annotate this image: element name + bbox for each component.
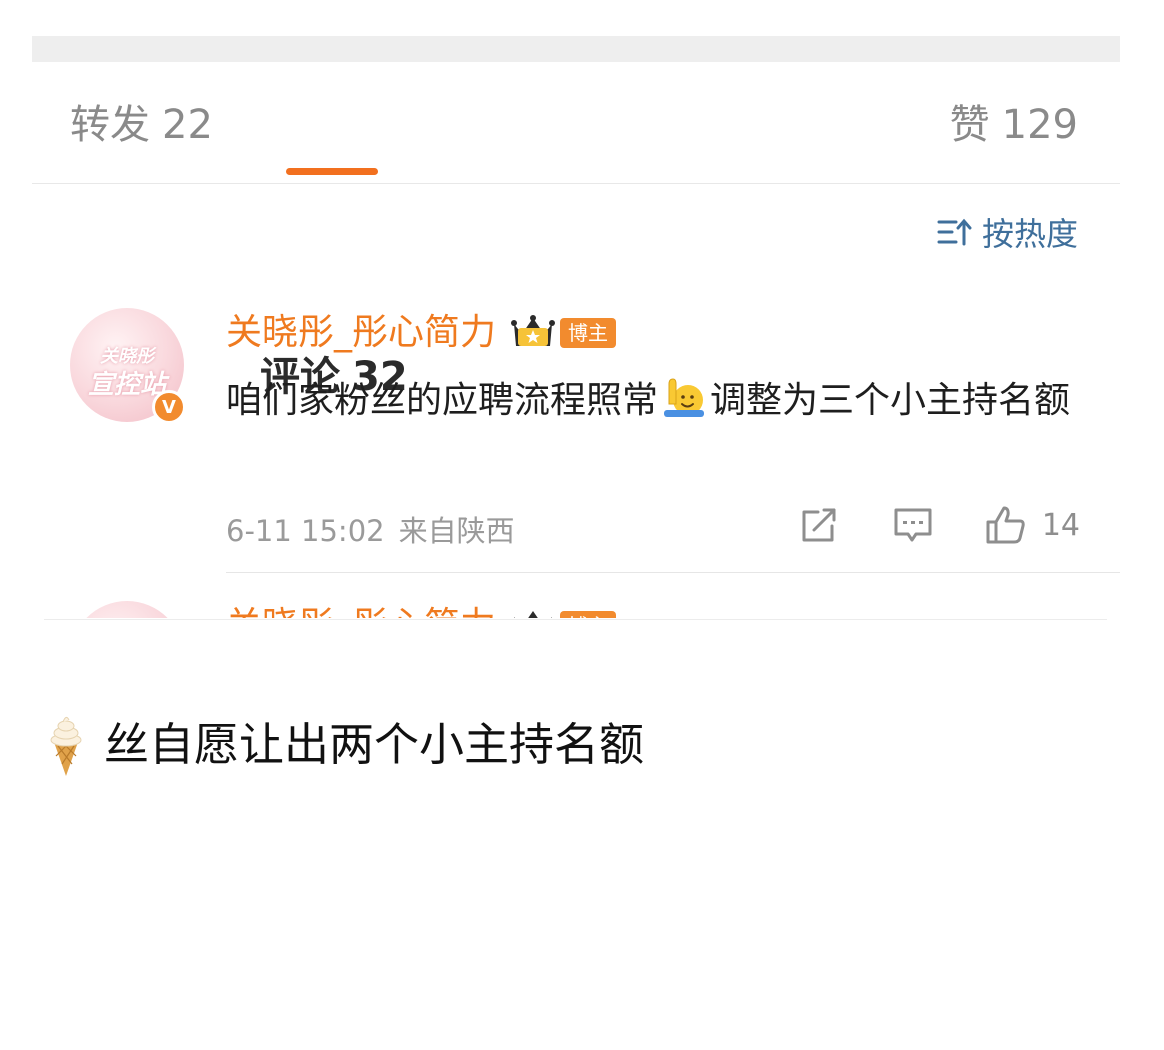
ice-cream-icon [50,716,82,776]
username-link[interactable]: 关晓彤_彤心简力 [226,601,496,618]
top-strip [0,0,1164,36]
tab-like-label: 赞 [949,102,990,148]
active-tab-indicator [286,168,378,175]
sort-icon [937,218,972,246]
comment-actions: 14 [798,502,1080,548]
comment-source: 来自陕西 [398,514,515,548]
screenshot-crop-edge [44,619,1107,620]
reply-button[interactable] [892,504,934,546]
sort-label: 按热度 [981,215,1078,253]
tab-like[interactable]: 赞 129 [950,100,1078,150]
share-icon [802,508,836,542]
crown-icon [514,611,553,618]
blogger-badge: 博主 [560,611,617,618]
comment-header: 关晓彤_彤心简力 博主 [226,601,617,618]
section-separator [32,36,1120,62]
blogger-badge: 博主 [560,318,617,348]
comment-item: 关晓彤 宣控站 V 关晓彤_彤心简力 博主 咱们家粉丝的应聘流程照常 调整为三个… [32,290,1120,580]
tab-bar: 转发 22 评论 32 赞 129 [32,62,1120,400]
caption-text: 丝自愿让出两个小主持名额 [104,718,645,771]
sort-button[interactable]: 按热度 [936,210,1078,254]
raising-hand-emoji-icon [664,378,705,417]
comment-header: 关晓彤_彤心简力 博主 [226,308,617,358]
comment-text: 咱们家粉丝的应聘流程照常 调整为三个小主持名额 [226,370,1086,432]
tab-repost-label: 转发 [70,102,150,148]
caption: 丝自愿让出两个小主持名额 [44,712,644,778]
comment-text-part2: 调整为三个小主持名额 [710,380,1071,421]
thumbs-up-icon [986,506,1025,544]
tab-repost-count: 22 [162,102,213,148]
tab-repost[interactable]: 转发 22 [70,100,213,150]
repost-button[interactable] [798,504,840,546]
comment-timestamp: 6-11 15:02 [226,514,385,548]
comment-meta: 6-11 15:02 来自陕西 [226,508,515,550]
comment-icon [894,508,932,542]
comment-text-part1: 咱们家粉丝的应聘流程照常 [226,380,659,421]
like-count: 14 [1041,507,1080,543]
next-comment-partial: 关晓彤_彤心简力 博主 [32,573,1120,618]
verified-badge-icon: V [152,390,186,424]
crown-icon [511,315,556,346]
tab-like-count: 129 [1001,102,1078,148]
like-button[interactable]: 14 [984,504,1080,546]
avatar[interactable] [70,601,184,618]
username-link[interactable]: 关晓彤_彤心简力 [226,308,496,358]
